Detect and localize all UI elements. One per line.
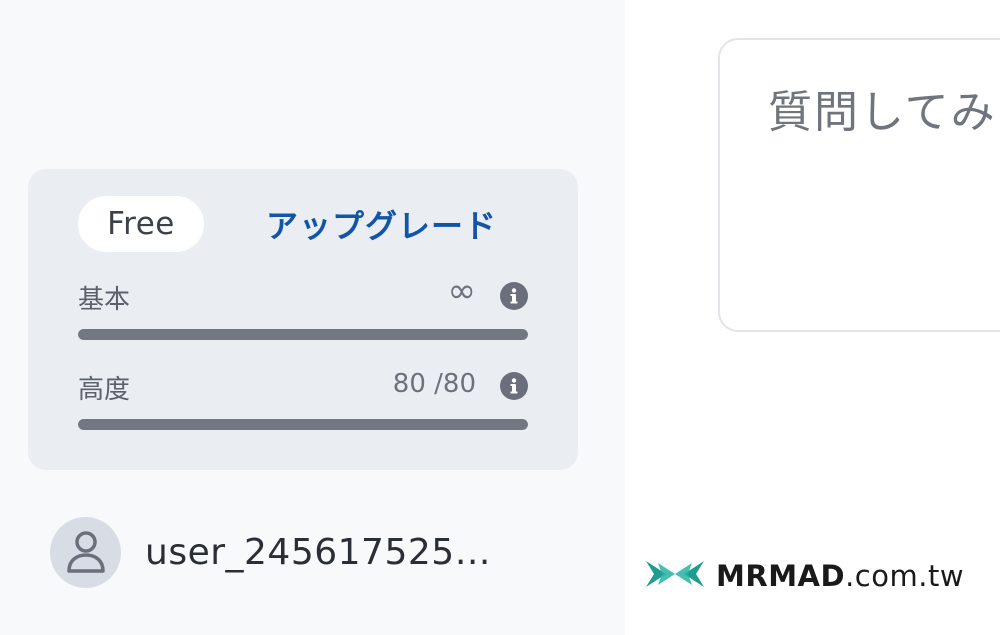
info-icon[interactable] bbox=[500, 372, 528, 400]
quota-label: 基本 bbox=[78, 285, 131, 315]
plan-badge: Free bbox=[78, 196, 204, 252]
quota-label: 高度 bbox=[78, 375, 131, 405]
watermark-brand: MRMAD bbox=[716, 559, 846, 593]
quota-progress-bar bbox=[78, 419, 528, 430]
user-account-button[interactable]: user_245617525… bbox=[50, 516, 570, 588]
sidebar: Free アップグレード 基本 ∞ 高度 80 /80 user_2456175… bbox=[0, 0, 625, 635]
quota-value: 80 /80 bbox=[392, 369, 476, 399]
user-icon bbox=[50, 516, 121, 588]
watermark: MRMAD.com.tw bbox=[644, 556, 964, 596]
quota-value: ∞ bbox=[447, 271, 476, 311]
mrmad-logo bbox=[644, 557, 706, 595]
info-icon[interactable] bbox=[500, 282, 528, 310]
prompt-placeholder: 質問してみ bbox=[768, 87, 997, 138]
watermark-domain: .com.tw bbox=[845, 559, 965, 593]
quota-progress-bar bbox=[78, 329, 528, 340]
plan-card: Free アップグレード 基本 ∞ 高度 80 /80 bbox=[28, 169, 578, 470]
watermark-text: MRMAD.com.tw bbox=[716, 559, 964, 593]
plan-name: Free bbox=[107, 206, 175, 242]
quota-progress-fill bbox=[78, 329, 528, 340]
username: user_245617525… bbox=[145, 531, 492, 573]
quota-progress-fill bbox=[78, 419, 528, 430]
prompt-input[interactable]: 質問してみ bbox=[718, 38, 1000, 332]
upgrade-button[interactable]: アップグレード bbox=[266, 201, 497, 247]
